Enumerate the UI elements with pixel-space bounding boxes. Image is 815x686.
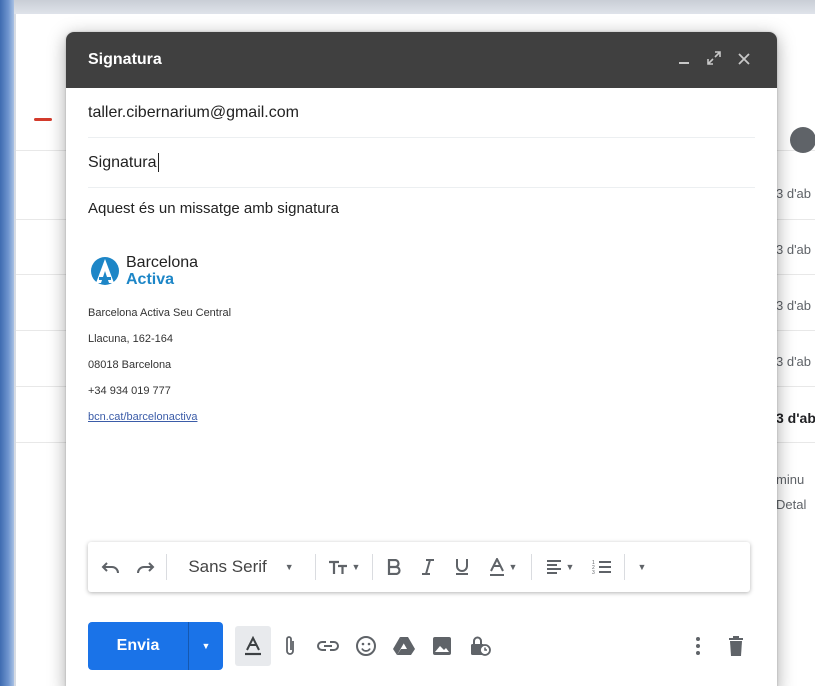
window-frame-top [0,0,815,14]
insert-link-icon[interactable] [309,626,347,666]
text-color-icon[interactable]: ▼ [479,550,527,584]
chevron-down-icon: ▼ [637,562,647,572]
inbox-footer-text: minu [776,472,805,487]
window-frame-left [0,0,14,686]
toolbar-separator [315,554,316,580]
inbox-avatar[interactable] [790,127,815,153]
attach-icon[interactable] [271,626,309,666]
more-formatting-icon[interactable]: ▼ [629,550,655,584]
emoji-icon[interactable] [347,626,385,666]
barcelona-activa-logo: Barcelona Activa [88,251,755,291]
chevron-down-icon: ▼ [284,562,294,572]
signature-city: 08018 Barcelona [88,359,172,371]
svg-text:3: 3 [592,570,595,575]
undo-icon[interactable] [94,550,128,584]
insert-photo-icon[interactable] [423,626,461,666]
logo-words: Barcelona Activa [126,253,199,288]
chevron-down-icon: ▼ [351,562,361,572]
signature-org: Barcelona Activa Seu Central [88,307,232,319]
subject-field[interactable]: Signatura [88,138,755,188]
text-cursor [157,153,159,172]
compose-title: Signatura [88,51,162,68]
chevron-down-icon: ▼ [508,562,518,572]
message-body-text: Aquest és un missatge amb signatura [88,200,339,217]
confidential-mode-icon[interactable] [461,626,499,666]
recipient-email: taller.cibernarium@gmail.com [88,103,299,121]
italic-icon[interactable] [411,550,445,584]
expand-icon[interactable] [699,51,729,69]
toolbar-separator [166,554,167,580]
schedule-send-dropdown[interactable]: ▼ [189,622,223,670]
inbox-row-date[interactable]: 3 d'ab [776,186,811,201]
subject-text: Signatura [88,153,157,171]
signature-link[interactable]: bcn.cat/barcelonactiva [88,409,755,425]
recipients-field[interactable]: taller.cibernarium@gmail.com [88,88,755,138]
font-family-label: Sans Serif [188,557,267,576]
formatting-toolbar: Sans Serif ▼ ▼ ▼ ▼ 123 ▼ [88,542,750,592]
message-body[interactable]: Aquest és un missatge amb signatura Barc… [88,200,755,425]
inbox-row-date[interactable]: 3 d'ab [776,242,811,257]
align-icon[interactable]: ▼ [536,550,584,584]
numbered-list-icon[interactable]: 123 [584,550,620,584]
logo-text-barcelona: Barcelona [126,253,199,271]
text-size-icon[interactable]: ▼ [320,550,368,584]
compose-action-bar: Envia ▼ [88,621,755,671]
toolbar-separator [624,554,625,580]
discard-draft-icon[interactable] [717,626,755,666]
chevron-down-icon: ▼ [565,562,575,572]
inbox-tab-indicator [34,118,52,121]
toolbar-separator [372,554,373,580]
logo-text-activa: Activa [126,270,175,288]
minimize-icon[interactable] [669,52,699,69]
more-options-icon[interactable] [679,626,717,666]
compose-window: Signatura taller.cibernarium@gmail.com S… [66,32,777,686]
compose-header: Signatura [66,32,777,88]
redo-icon[interactable] [128,550,162,584]
inbox-row-date[interactable]: 3 d'ab [776,298,811,313]
formatting-options-icon[interactable] [235,626,271,666]
font-family-select[interactable]: Sans Serif ▼ [171,550,311,584]
inbox-footer-details[interactable]: Detal [776,497,806,512]
close-icon[interactable] [729,52,759,69]
inbox-row-date[interactable]: 3 d'ab [776,354,811,369]
barcelona-activa-logo-icon [88,254,122,288]
send-button[interactable]: Envia [88,622,188,670]
signature-street: Llacuna, 162-164 [88,333,174,345]
google-drive-icon[interactable] [385,626,423,666]
signature-phone: +34 934 019 777 [88,385,171,397]
bold-icon[interactable] [377,550,411,584]
toolbar-separator [531,554,532,580]
underline-icon[interactable] [445,550,479,584]
signature-block: Barcelona Activa Barcelona Activa Seu Ce… [88,251,755,425]
send-button-group: Envia ▼ [88,622,223,670]
inbox-row-date[interactable]: 3 d'ab [776,410,815,426]
